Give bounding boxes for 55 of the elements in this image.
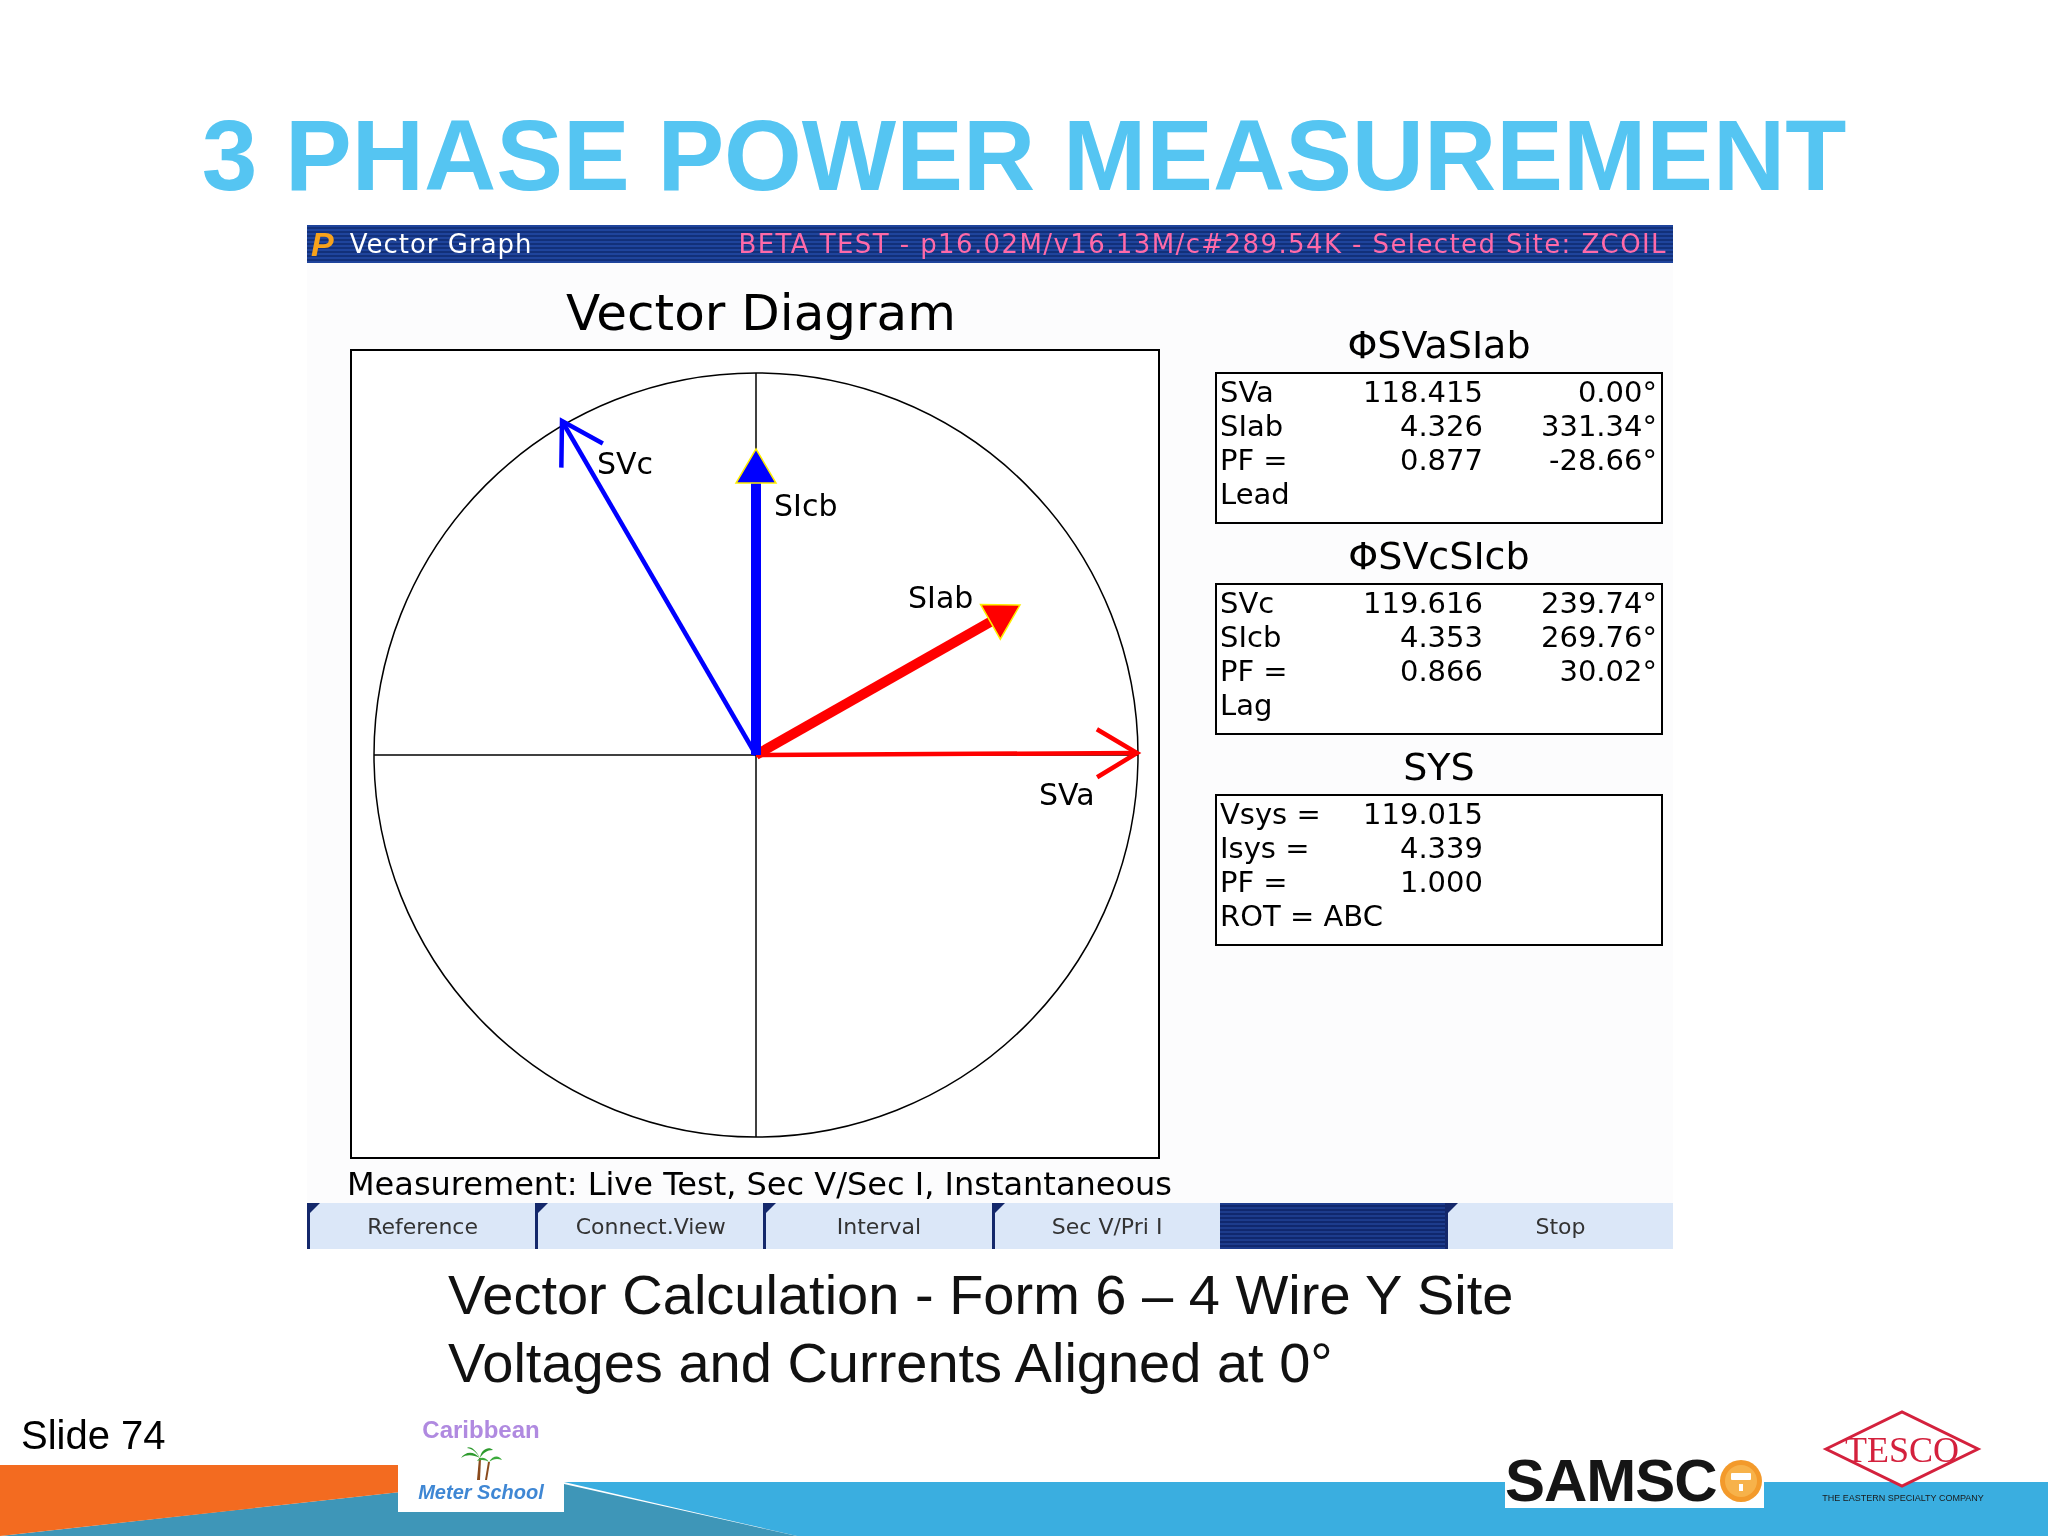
readout-value: 0.866 bbox=[1399, 654, 1483, 688]
softkey-button[interactable]: Interval bbox=[763, 1203, 992, 1249]
readout-value: 118.415 bbox=[1363, 375, 1483, 409]
readout-label: Lag bbox=[1220, 688, 1273, 722]
logo-text: Caribbean bbox=[422, 1416, 540, 1444]
readout-value: 331.34° bbox=[1541, 409, 1657, 443]
readout-label: Vsys = bbox=[1220, 797, 1321, 831]
measurement-text: Measurement: Live Test, Sec V/Sec I, Instantaneous bbox=[347, 1165, 1172, 1203]
app-icon: P bbox=[311, 227, 334, 261]
vector-label: SIab bbox=[908, 580, 974, 615]
slide-number: Slide 74 bbox=[21, 1415, 166, 1455]
readout-value: 0.877 bbox=[1399, 443, 1483, 477]
readout-value: 0.00° bbox=[1577, 375, 1657, 409]
readout-value: 119.015 bbox=[1363, 797, 1483, 831]
readout-value: 30.02° bbox=[1559, 654, 1657, 688]
readout-label: Lead bbox=[1220, 477, 1290, 511]
readout-label: PF = bbox=[1220, 865, 1288, 899]
logo-wordmark: SAMSC bbox=[1505, 1453, 1717, 1508]
readout-value: -28.66° bbox=[1549, 443, 1657, 477]
logo-text: Meter School bbox=[418, 1480, 544, 1504]
caption-line: Vector Calculation - Form 6 – 4 Wire Y Site bbox=[448, 1262, 1514, 1328]
vector-label: SIcb bbox=[774, 488, 838, 523]
caption-line: Voltages and Currents Aligned at 0° bbox=[448, 1330, 1333, 1396]
status-text: BETA TEST - p16.02M/v16.13M/c#289.54K - Selected Site: ZCOIL bbox=[738, 229, 1667, 259]
readout-title: ΦSVaSIab bbox=[1347, 322, 1531, 369]
palm-trees-icon bbox=[459, 1444, 503, 1480]
logo-tagline: THE EASTERN SPECIALTY COMPANY bbox=[1822, 1493, 1984, 1503]
diamond-icon bbox=[1822, 1410, 1982, 1488]
window-title: Vector Graph bbox=[349, 229, 533, 259]
softkey-button[interactable]: Sec V/Pri I bbox=[991, 1203, 1220, 1249]
slide-title: 3 PHASE POWER MEASUREMENT bbox=[201, 105, 1847, 205]
readout-label: SIab bbox=[1220, 409, 1284, 443]
diagram-title: Vector Diagram bbox=[566, 285, 956, 341]
vector-label: SVa bbox=[1039, 777, 1095, 812]
readout-value: 269.76° bbox=[1541, 620, 1657, 654]
readout-value: 119.616 bbox=[1363, 586, 1483, 620]
readout-value: 1.000 bbox=[1399, 865, 1483, 899]
readout-title: ΦSVcSIcb bbox=[1348, 533, 1530, 580]
readout-value: 4.339 bbox=[1399, 831, 1483, 865]
readout-label: PF = bbox=[1220, 654, 1288, 688]
readout-value: 4.353 bbox=[1399, 620, 1483, 654]
readout-label: SVa bbox=[1220, 375, 1274, 409]
logo-wordmark: TESCO bbox=[1845, 1430, 1959, 1470]
readout-value: 239.74° bbox=[1541, 586, 1657, 620]
readout-title: SYS bbox=[1403, 744, 1475, 791]
vector-label: SVc bbox=[597, 446, 654, 481]
readout-label: PF = bbox=[1220, 443, 1288, 477]
readout-label: SVc bbox=[1220, 586, 1275, 620]
readout-label: Isys = bbox=[1220, 831, 1310, 865]
readout-value: 4.326 bbox=[1399, 409, 1483, 443]
softkey-button[interactable]: Stop bbox=[1444, 1203, 1674, 1249]
softkey-button[interactable]: Reference bbox=[307, 1203, 536, 1249]
readout-label: SIcb bbox=[1220, 620, 1282, 654]
softkey-button[interactable]: Connect.View bbox=[535, 1203, 764, 1249]
readout-label: ROT = ABC bbox=[1220, 899, 1383, 933]
